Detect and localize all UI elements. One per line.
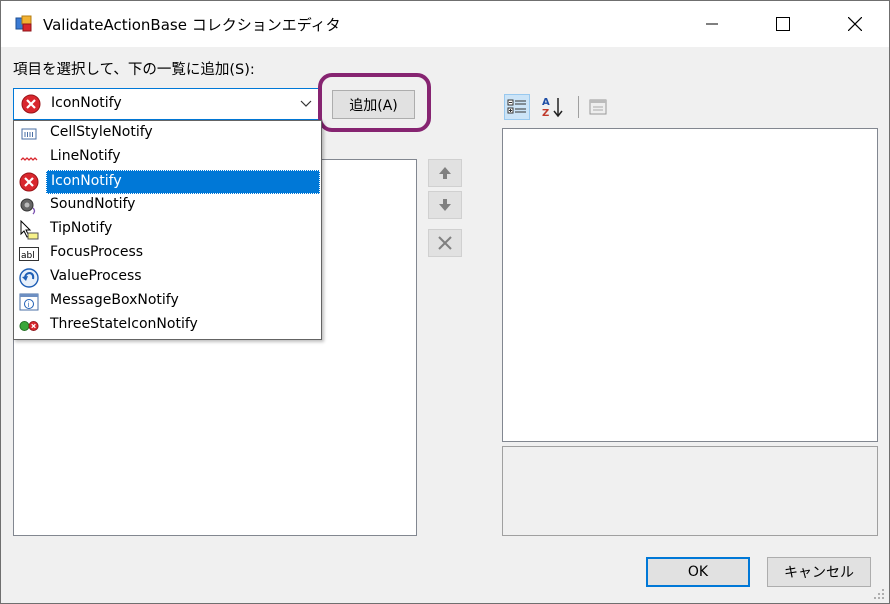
tri-state-icon <box>19 316 39 336</box>
dropdown-item-label: TipNotify <box>50 220 113 236</box>
type-combobox[interactable]: IconNotify <box>13 88 320 120</box>
dropdown-item-linenotify[interactable]: LineNotify <box>15 146 320 170</box>
dropdown-item-threestateiconnotify[interactable]: ThreeStateIconNotify <box>15 314 320 338</box>
dropdown-item-label: MessageBoxNotify <box>50 292 179 308</box>
app-icon <box>15 15 33 33</box>
collection-editor-window: ValidateActionBase コレクションエディタ 項目を選択して、下の… <box>0 0 890 604</box>
alphabetical-view-button[interactable]: A Z <box>539 94 565 120</box>
maximize-icon <box>776 17 790 31</box>
error-circle-icon <box>21 94 41 118</box>
ok-button[interactable]: OK <box>646 557 750 587</box>
dropdown-item-label: LineNotify <box>50 148 121 164</box>
dropdown-item-messageboxnotify[interactable]: i MessageBoxNotify <box>15 290 320 314</box>
dropdown-item-soundnotify[interactable]: SoundNotify <box>15 194 320 218</box>
close-button[interactable] <box>821 1 889 47</box>
close-icon <box>848 17 862 31</box>
svg-text:Z: Z <box>542 108 549 118</box>
categorized-view-button[interactable] <box>504 94 530 120</box>
maximize-button[interactable] <box>749 1 817 47</box>
title-bar: ValidateActionBase コレクションエディタ <box>1 1 889 47</box>
dropdown-item-label: IconNotify <box>46 170 320 194</box>
dropdown-item-cellstylenotify[interactable]: CellStyleNotify <box>15 122 320 146</box>
dropdown-item-valueprocess[interactable]: ValueProcess <box>15 266 320 290</box>
svg-text:A: A <box>542 97 550 108</box>
move-down-button[interactable] <box>428 191 462 219</box>
dropdown-item-label: FocusProcess <box>50 244 144 260</box>
instruction-label: 項目を選択して、下の一覧に追加(S): <box>13 62 255 78</box>
dropdown-item-label: ThreeStateIconNotify <box>50 316 198 332</box>
info-box-icon: i <box>19 292 39 312</box>
toolbar-separator <box>578 96 579 118</box>
wavy-line-icon <box>19 148 39 168</box>
highlight-annotation <box>318 73 431 132</box>
cancel-button[interactable]: キャンセル <box>767 557 871 587</box>
property-pages-icon <box>589 99 607 115</box>
dropdown-item-tipnotify[interactable]: TipNotify <box>15 218 320 242</box>
window-title: ValidateActionBase コレクションエディタ <box>43 16 341 34</box>
type-dropdown-list[interactable]: CellStyleNotify LineNotify IconNotify So… <box>13 120 322 340</box>
move-up-button[interactable] <box>428 159 462 187</box>
property-pages-button[interactable] <box>585 94 611 120</box>
svg-text:abl: abl <box>21 251 35 261</box>
chevron-down-icon[interactable] <box>292 89 319 119</box>
speaker-icon <box>19 196 39 216</box>
delete-x-icon <box>438 236 452 250</box>
combobox-value: IconNotify <box>51 95 122 111</box>
svg-text:i: i <box>28 301 30 309</box>
error-circle-icon <box>19 172 39 192</box>
remove-button[interactable] <box>428 229 462 257</box>
property-help-pane <box>502 446 878 536</box>
textbox-abl-icon: abl <box>19 244 39 264</box>
sort-alpha-icon: A Z <box>542 97 563 118</box>
dropdown-item-label: ValueProcess <box>50 268 142 284</box>
undo-arrow-icon <box>19 268 39 288</box>
minimize-button[interactable] <box>678 1 746 47</box>
dropdown-item-iconnotify[interactable]: IconNotify <box>15 170 320 194</box>
tooltip-icon <box>19 220 39 240</box>
dropdown-item-label: CellStyleNotify <box>50 124 153 140</box>
dropdown-item-focusprocess[interactable]: abl FocusProcess <box>15 242 320 266</box>
property-grid[interactable] <box>502 128 878 442</box>
categorized-icon <box>507 99 526 114</box>
minimize-icon <box>706 23 718 25</box>
arrow-up-icon <box>439 167 451 179</box>
arrow-down-icon <box>439 199 451 211</box>
resize-grip-icon[interactable] <box>873 588 885 604</box>
dropdown-item-label: SoundNotify <box>50 196 136 212</box>
cell-style-icon <box>19 124 39 144</box>
